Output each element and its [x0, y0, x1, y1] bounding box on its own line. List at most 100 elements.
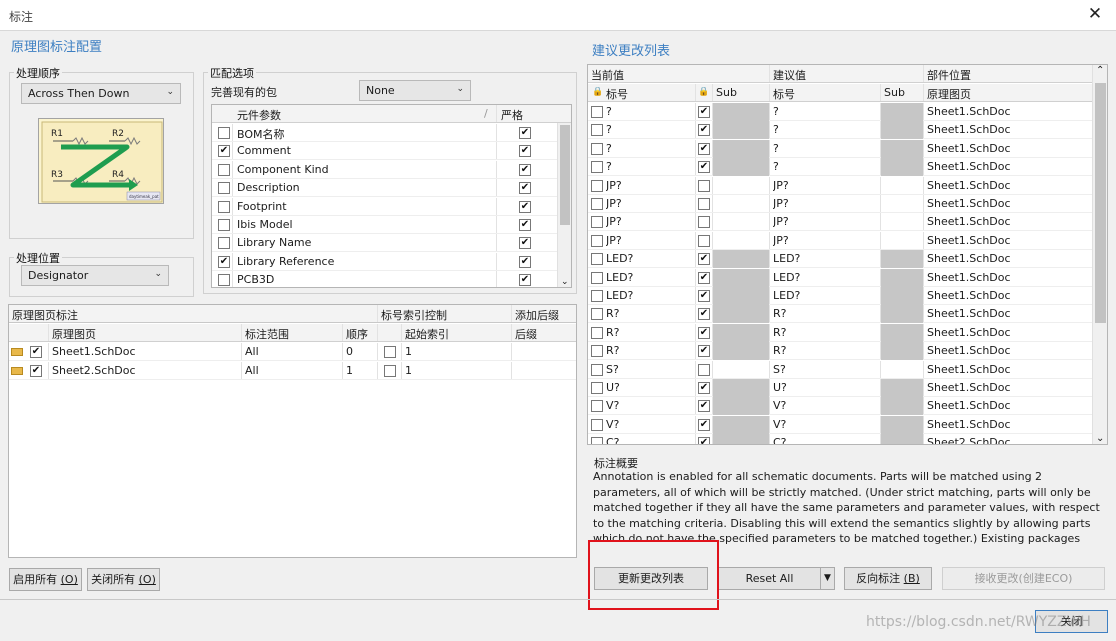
strict-checkbox[interactable]: ✔	[519, 255, 531, 268]
parameter-row[interactable]: Library Name ✔	[212, 234, 557, 253]
close-icon[interactable]: ✕	[1084, 4, 1106, 24]
row-checkbox[interactable]	[591, 345, 603, 358]
enable-all-button[interactable]: 启用所有 (O)	[9, 568, 82, 591]
parameter-row[interactable]: BOM名称 ✔	[212, 124, 557, 142]
lock-checkbox[interactable]: ✔	[698, 437, 710, 444]
parameter-row[interactable]: ✔ Library Reference ✔	[212, 252, 557, 271]
change-row[interactable]: ? ✔? Sheet1.SchDoc	[588, 139, 1092, 158]
change-row[interactable]: JP? JP? Sheet1.SchDoc	[588, 213, 1092, 232]
lock-checkbox[interactable]: ✔	[698, 308, 710, 321]
row-checkbox[interactable]	[591, 382, 603, 394]
row-checkbox[interactable]	[591, 437, 603, 444]
row-checkbox[interactable]	[591, 179, 603, 192]
strict-checkbox[interactable]: ✔	[519, 219, 531, 231]
change-row[interactable]: V? ✔ V? Sheet1.SchDoc	[588, 415, 1092, 434]
change-row[interactable]: V? ✔ V? Sheet1.SchDoc	[588, 397, 1092, 416]
parameter-checkbox[interactable]	[218, 163, 230, 176]
changes-scrollbar[interactable]: ⌃ ⌄	[1092, 65, 1107, 444]
strict-checkbox[interactable]: ✔	[519, 182, 531, 195]
change-row[interactable]: LED? ✔ LED? Sheet1.SchDoc	[588, 287, 1092, 305]
change-row[interactable]: JP? JP? Sheet1.SchDoc	[588, 231, 1092, 250]
reset-all-button[interactable]: Reset All	[718, 567, 821, 590]
parameter-checkbox[interactable]	[218, 274, 230, 287]
strict-checkbox[interactable]: ✔	[519, 127, 531, 139]
change-row[interactable]: ? ✔? Sheet1.SchDoc	[588, 158, 1092, 177]
parameter-row[interactable]: ✔ Comment ✔	[212, 142, 557, 161]
strict-checkbox[interactable]: ✔	[519, 237, 531, 250]
back-annotate-button[interactable]: 反向标注 (B)	[844, 567, 932, 590]
lock-checkbox[interactable]: ✔	[698, 400, 710, 413]
parameter-row[interactable]: Ibis Model ✔	[212, 216, 557, 234]
row-checkbox[interactable]	[591, 161, 603, 174]
strict-checkbox[interactable]: ✔	[519, 163, 531, 176]
row-checkbox[interactable]	[591, 326, 603, 339]
sheet-order[interactable]: 0	[346, 345, 353, 358]
lock-checkbox[interactable]: ✔	[698, 253, 710, 266]
disable-all-button[interactable]: 关闭所有 (O)	[87, 568, 160, 591]
row-checkbox[interactable]	[591, 234, 603, 247]
parameter-scrollbar[interactable]: ⌄	[557, 123, 571, 287]
change-row[interactable]: ? ✔? Sheet1.SchDoc	[588, 103, 1092, 121]
row-checkbox[interactable]	[591, 290, 603, 302]
lock-checkbox[interactable]	[698, 179, 710, 192]
sheet-checkbox[interactable]: ✔	[30, 364, 42, 377]
sheet-row[interactable]: ✔ Sheet2.SchDoc All 1 1	[9, 361, 576, 380]
lock-checkbox[interactable]	[698, 198, 710, 210]
reset-all-dropdown[interactable]: ▼	[820, 567, 835, 590]
sheet-checkbox[interactable]: ✔	[30, 346, 42, 358]
strict-checkbox[interactable]: ✔	[519, 145, 531, 158]
parameter-checkbox[interactable]: ✔	[218, 255, 230, 268]
process-order-dropdown[interactable]: Across Then Down ⌄	[21, 83, 181, 104]
parameter-row[interactable]: PCB3D ✔	[212, 271, 557, 287]
change-row[interactable]: LED? ✔ LED? Sheet1.SchDoc	[588, 268, 1092, 287]
change-row[interactable]: R? ✔ R? Sheet1.SchDoc	[588, 323, 1092, 342]
parameter-checkbox[interactable]	[218, 237, 230, 250]
row-checkbox[interactable]	[591, 142, 603, 155]
lock-checkbox[interactable]	[698, 363, 710, 376]
row-checkbox[interactable]	[591, 198, 603, 210]
parameter-checkbox[interactable]	[218, 200, 230, 213]
lock-checkbox[interactable]: ✔	[698, 124, 710, 137]
lock-checkbox[interactable]: ✔	[698, 326, 710, 339]
row-checkbox[interactable]	[591, 308, 603, 321]
parameter-checkbox[interactable]: ✔	[218, 145, 230, 158]
strict-checkbox[interactable]: ✔	[519, 274, 531, 287]
lock-checkbox[interactable]: ✔	[698, 290, 710, 302]
parameter-checkbox[interactable]	[218, 182, 230, 195]
lock-checkbox[interactable]: ✔	[698, 142, 710, 155]
sheet-scope[interactable]: All	[245, 345, 259, 358]
chevron-down-icon[interactable]: ⌄	[561, 277, 569, 287]
row-checkbox[interactable]	[591, 418, 603, 431]
change-row[interactable]: JP? JP? Sheet1.SchDoc	[588, 176, 1092, 195]
row-checkbox[interactable]	[591, 124, 603, 137]
row-checkbox[interactable]	[591, 400, 603, 413]
scroll-thumb[interactable]	[560, 125, 570, 225]
change-row[interactable]: U? ✔ U? Sheet1.SchDoc	[588, 379, 1092, 397]
chevron-up-icon[interactable]: ⌃	[1096, 65, 1104, 76]
lock-checkbox[interactable]: ✔	[698, 106, 710, 118]
change-row[interactable]: LED? ✔ LED? Sheet1.SchDoc	[588, 250, 1092, 269]
complete-packages-dropdown[interactable]: None ⌄	[359, 80, 471, 101]
strict-checkbox[interactable]: ✔	[519, 200, 531, 213]
lock-checkbox[interactable]: ✔	[698, 271, 710, 284]
lock-checkbox[interactable]	[698, 216, 710, 229]
parameter-checkbox[interactable]	[218, 127, 230, 139]
sheet-row[interactable]: ✔ Sheet1.SchDoc All 0 1	[9, 343, 576, 361]
change-row[interactable]: R? ✔ R? Sheet1.SchDoc	[588, 342, 1092, 361]
chevron-down-icon[interactable]: ⌄	[1096, 433, 1104, 444]
scroll-thumb[interactable]	[1095, 83, 1106, 323]
change-row[interactable]: ? ✔? Sheet1.SchDoc	[588, 121, 1092, 140]
row-checkbox[interactable]	[591, 271, 603, 284]
row-checkbox[interactable]	[591, 216, 603, 229]
parameter-row[interactable]: Description ✔	[212, 179, 557, 198]
change-row[interactable]: S? S? Sheet1.SchDoc	[588, 360, 1092, 379]
start-index[interactable]: 1	[405, 345, 412, 358]
change-row[interactable]: R? ✔ R? Sheet1.SchDoc	[588, 305, 1092, 324]
start-index[interactable]: 1	[405, 364, 412, 377]
lock-checkbox[interactable]: ✔	[698, 382, 710, 394]
process-location-dropdown[interactable]: Designator ⌄	[21, 265, 169, 286]
parameter-row[interactable]: Component Kind ✔	[212, 160, 557, 179]
start-index-checkbox[interactable]	[384, 346, 396, 358]
row-checkbox[interactable]	[591, 253, 603, 266]
lock-checkbox[interactable]: ✔	[698, 161, 710, 174]
